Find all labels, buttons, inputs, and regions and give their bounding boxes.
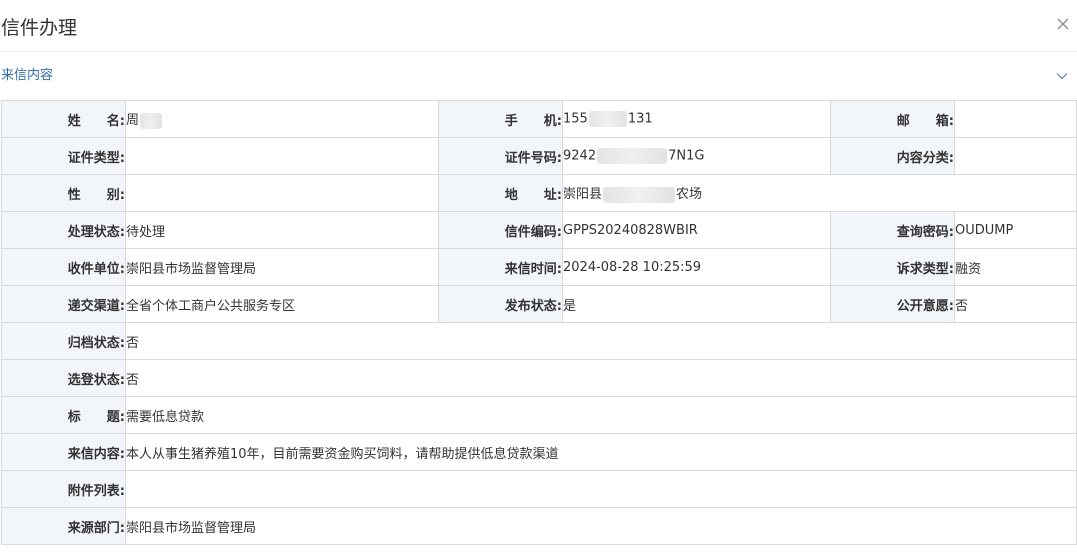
section-toggle-letter-content[interactable]: 来信内容 (0, 52, 1077, 100)
id-type-label: 证件类型: (1, 137, 126, 175)
appeal-type-label: 诉求类型: (830, 248, 955, 286)
id-number-value: 9242 7N1G (562, 137, 831, 175)
address-prefix: 崇阳县 (563, 187, 603, 203)
attachments-value (125, 470, 1077, 508)
query-password-label: 查询密码: (830, 211, 955, 249)
chevron-down-icon (1056, 73, 1068, 80)
source-dept-label: 来源部门: (1, 507, 126, 545)
table-row: 附件列表: (1, 470, 1077, 508)
email-label: 邮 箱: (830, 100, 955, 138)
publish-status-label: 发布状态: (438, 285, 563, 323)
phone-label: 手 机: (438, 100, 563, 138)
public-will-value: 否 (954, 285, 1077, 323)
section-title: 来信内容 (1, 68, 54, 83)
table-row: 证件类型: 证件号码: 9242 7N1G 内容分类: (1, 137, 1077, 175)
channel-label: 递交渠道: (1, 285, 126, 323)
subject-label: 标 题: (1, 396, 126, 434)
table-row: 姓 名: 周 手 机: 155 131 邮 箱: (1, 100, 1077, 138)
table-row: 来源部门: 崇阳县市场监督管理局 (1, 507, 1077, 545)
redacted-blur (597, 148, 668, 164)
modal-title: 信件办理 (1, 17, 78, 39)
phone-value-prefix: 155 (563, 111, 588, 127)
modal-header: 信件办理 (0, 0, 1077, 52)
table-row: 收件单位: 崇阳县市场监督管理局 来信时间: 2024-08-28 10:25:… (1, 248, 1077, 286)
address-suffix: 农场 (676, 187, 703, 203)
id-number-suffix: 7N1G (668, 148, 705, 164)
name-value: 周 (125, 100, 439, 138)
address-label: 地 址: (438, 174, 563, 212)
table-row: 标 题: 需要低息贷款 (1, 396, 1077, 434)
name-value-text: 周 (126, 113, 140, 129)
redacted-blur (588, 111, 627, 127)
gender-value (125, 174, 439, 212)
receiver-value: 崇阳县市场监督管理局 (125, 248, 439, 286)
id-type-value (125, 137, 439, 175)
email-value (954, 100, 1077, 138)
letter-code-label: 信件编码: (438, 211, 563, 249)
selected-status-value: 否 (125, 359, 1077, 397)
letter-time-label: 来信时间: (438, 248, 563, 286)
phone-value-suffix: 131 (627, 111, 653, 127)
appeal-type-value: 融资 (954, 248, 1077, 286)
table-row: 选登状态: 否 (1, 359, 1077, 397)
id-number-label: 证件号码: (438, 137, 563, 175)
gender-label: 性 别: (1, 174, 126, 212)
table-row: 性 别: 地 址: 崇阳县 农场 (1, 174, 1077, 212)
redacted-blur (603, 186, 676, 203)
archive-status-label: 归档状态: (1, 322, 126, 360)
table-row: 来信内容: 本人从事生猪养殖10年，目前需要资金购买饲料，请帮助提供低息贷款渠道 (1, 433, 1077, 471)
selected-status-label: 选登状态: (1, 359, 126, 397)
redacted-blur (140, 112, 163, 129)
channel-value: 全省个体工商户公共服务专区 (125, 285, 439, 323)
receiver-label: 收件单位: (1, 248, 126, 286)
address-value: 崇阳县 农场 (562, 174, 1077, 212)
status-value: 待处理 (125, 211, 439, 249)
letter-time-value: 2024-08-28 10:25:59 (562, 248, 831, 286)
subject-value: 需要低息贷款 (125, 396, 1077, 434)
archive-status-value: 否 (125, 322, 1077, 360)
table-row: 处理状态: 待处理 信件编码: GPPS20240828WBIR 查询密码: O… (1, 211, 1077, 249)
source-dept-value: 崇阳县市场监督管理局 (125, 507, 1077, 545)
name-label: 姓 名: (1, 100, 126, 138)
attachments-label: 附件列表: (1, 470, 126, 508)
content-label: 来信内容: (1, 433, 126, 471)
close-icon (1057, 18, 1069, 30)
publish-status-value: 是 (562, 285, 831, 323)
letter-info-table: 姓 名: 周 手 机: 155 131 邮 箱: 证件类型: 证件号码: 9242… (1, 100, 1077, 545)
content-value: 本人从事生猪养殖10年，目前需要资金购买饲料，请帮助提供低息贷款渠道 (125, 433, 1077, 471)
table-row: 归档状态: 否 (1, 322, 1077, 360)
status-label: 处理状态: (1, 211, 126, 249)
table-row: 递交渠道: 全省个体工商户公共服务专区 发布状态: 是 公开意愿: 否 (1, 285, 1077, 323)
id-number-prefix: 9242 (563, 148, 597, 164)
category-value (954, 137, 1077, 175)
close-button[interactable] (1052, 13, 1074, 35)
category-label: 内容分类: (830, 137, 955, 175)
phone-value: 155 131 (562, 100, 831, 138)
public-will-label: 公开意愿: (830, 285, 955, 323)
letter-code-value: GPPS20240828WBIR (562, 211, 831, 249)
query-password-value: OUDUMP (954, 211, 1077, 249)
